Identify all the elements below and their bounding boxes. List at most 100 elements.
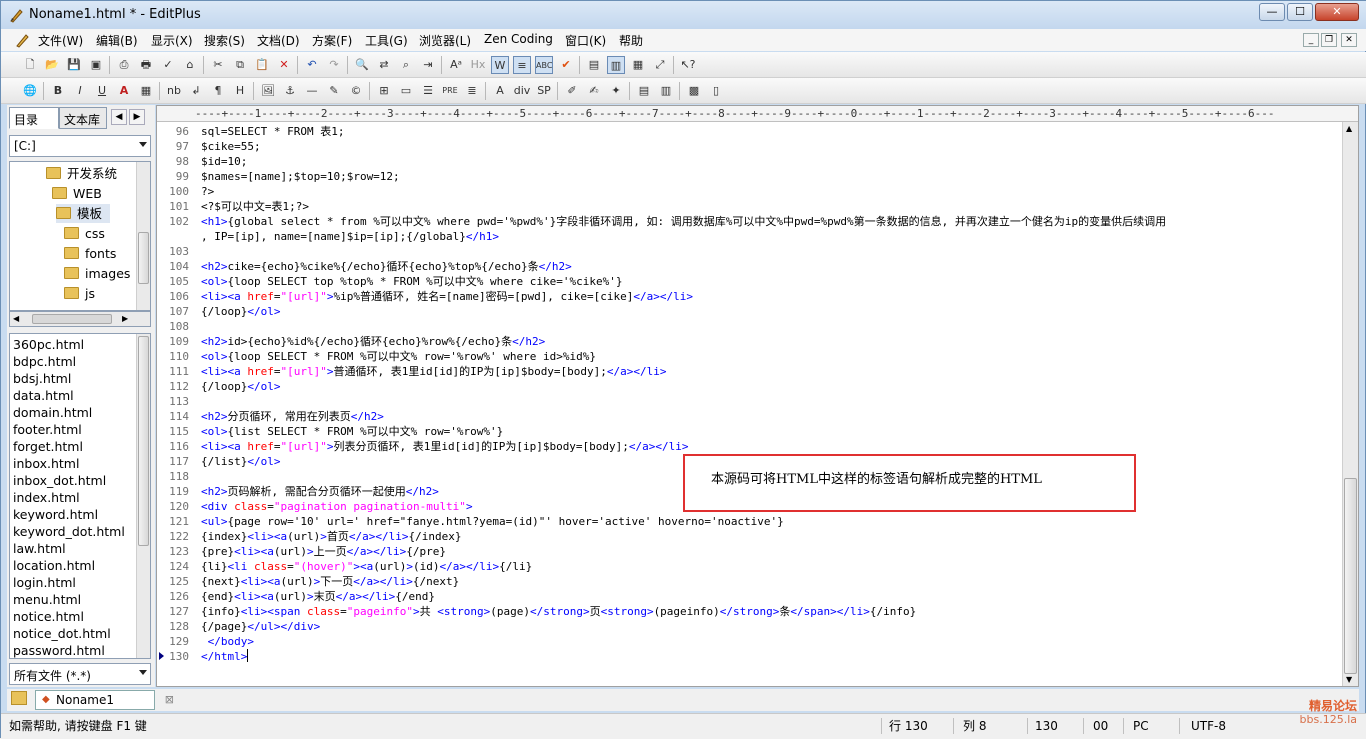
undo-icon[interactable]: ↶ <box>303 56 321 74</box>
fullscreen-icon[interactable]: ⤢ <box>651 56 669 74</box>
new-file-icon[interactable]: 🗋 <box>21 56 39 74</box>
word-wrap-icon[interactable]: W <box>491 56 509 74</box>
color-palette-icon[interactable]: ▩ <box>685 82 703 100</box>
menu-project[interactable]: 方案(F) <box>312 32 352 49</box>
close-button[interactable]: ✕ <box>1315 3 1359 21</box>
scroll-right-icon[interactable]: ▶ <box>122 314 128 323</box>
file-list-item[interactable]: keyword_dot.html <box>13 523 125 540</box>
file-list-item[interactable]: bdsj.html <box>13 370 71 387</box>
menu-browser[interactable]: 浏览器(L) <box>419 32 471 49</box>
copyright-icon[interactable]: © <box>347 82 365 100</box>
file-list-item[interactable]: law.html <box>13 540 66 557</box>
tab-scroll-left-icon[interactable]: ◀ <box>111 109 127 125</box>
file-list-item[interactable]: inbox_dot.html <box>13 472 106 489</box>
menu-view[interactable]: 显示(X) <box>151 32 193 49</box>
open-folder-icon[interactable]: 📂 <box>43 56 61 74</box>
find-icon[interactable]: 🔍 <box>353 56 371 74</box>
replace-icon[interactable]: ⇄ <box>375 56 393 74</box>
check-icon[interactable]: ✔ <box>557 56 575 74</box>
paste-icon[interactable]: 📋 <box>253 56 271 74</box>
hex-icon[interactable]: Hx <box>469 56 487 74</box>
mdi-close-button[interactable]: ✕ <box>1341 33 1357 47</box>
menu-edit[interactable]: 编辑(B) <box>96 32 138 49</box>
list-icon[interactable]: ☰ <box>419 82 437 100</box>
heading-icon[interactable]: H <box>231 82 249 100</box>
file-list-item[interactable]: bdpc.html <box>13 353 76 370</box>
file-list-item[interactable]: index.html <box>13 489 80 506</box>
file-list-item[interactable]: inbox.html <box>13 455 79 472</box>
tab-cliptext[interactable]: 文本库 <box>59 107 107 129</box>
minimize-button[interactable]: — <box>1259 3 1285 21</box>
mdi-minimize-button[interactable]: _ <box>1303 33 1319 47</box>
tree-scrollbar[interactable] <box>136 162 150 310</box>
paragraph-icon[interactable]: ¶ <box>209 82 227 100</box>
filelist-scrollbar-thumb[interactable] <box>138 336 149 546</box>
save-icon[interactable]: 💾 <box>65 56 83 74</box>
copy-icon[interactable]: ⧉ <box>231 56 249 74</box>
comment-icon[interactable]: ✎ <box>325 82 343 100</box>
tree-item-fonts[interactable]: fonts <box>64 244 116 263</box>
scroll-up-icon[interactable]: ▲ <box>1346 124 1352 133</box>
tree-horizontal-scrollbar[interactable]: ◀ ▶ <box>9 311 151 327</box>
save-all-icon[interactable]: ▣ <box>87 56 105 74</box>
editor-scrollbar[interactable]: ▲ ▼ <box>1342 122 1358 686</box>
underline-icon[interactable]: U <box>93 82 111 100</box>
font-tag-icon[interactable]: A <box>491 82 509 100</box>
file-list-item[interactable]: forget.html <box>13 438 83 455</box>
column-ruler-icon[interactable]: ABC <box>535 56 553 74</box>
window-list-icon[interactable]: ▤ <box>585 56 603 74</box>
edit-tag-icon[interactable]: ✐ <box>563 82 581 100</box>
color-picker-icon[interactable]: ▦ <box>137 82 155 100</box>
horizontal-rule-icon[interactable]: — <box>303 82 321 100</box>
delete-icon[interactable]: ✕ <box>275 56 293 74</box>
spellcheck-icon[interactable]: ✓ <box>159 56 177 74</box>
code-area[interactable]: 96 sql=SELECT * FROM 表1; 97 $cike=55; 98 $id=… <box>157 122 1341 688</box>
div-icon[interactable]: div <box>513 82 531 100</box>
find-in-files-icon[interactable]: ⌕ <box>397 56 415 74</box>
tree-item-js[interactable]: js <box>64 284 95 303</box>
line-number-icon[interactable]: ≡ <box>513 56 531 74</box>
tree-item-kaifa[interactable]: 开发系统 <box>46 164 117 183</box>
span-icon[interactable]: SP <box>535 82 553 100</box>
browser-globe-icon[interactable]: 🌐 <box>21 82 39 100</box>
file-list-item[interactable]: password.html <box>13 642 105 658</box>
italic-icon[interactable]: I <box>71 82 89 100</box>
pre-icon[interactable]: PRE <box>441 82 459 100</box>
goto-line-icon[interactable]: ⇥ <box>419 56 437 74</box>
file-list-item[interactable]: domain.html <box>13 404 92 421</box>
layout-icon[interactable]: ▯ <box>707 82 725 100</box>
file-list-item[interactable]: menu.html <box>13 591 81 608</box>
bold-icon[interactable]: B <box>49 82 67 100</box>
tree-item-images[interactable]: images <box>64 264 130 283</box>
menu-tools[interactable]: 工具(G) <box>365 32 408 49</box>
editor[interactable]: ----+----1----+----2----+----3----+----4… <box>156 105 1359 687</box>
file-list-item[interactable]: keyword.html <box>13 506 98 523</box>
mdi-restore-button[interactable]: ❐ <box>1321 33 1337 47</box>
file-filter-select[interactable]: 所有文件 (*.*) <box>9 663 151 685</box>
file-list-item[interactable]: location.html <box>13 557 95 574</box>
menu-file[interactable]: 文件(W) <box>38 32 83 49</box>
menu-document[interactable]: 文档(D) <box>257 32 300 49</box>
sidebar-toggle-icon[interactable]: ▥ <box>657 82 675 100</box>
tree-item-css[interactable]: css <box>64 224 105 243</box>
tab-scroll-right-icon[interactable]: ▶ <box>129 109 145 125</box>
image-icon[interactable]: 🖼 <box>259 82 277 100</box>
redo-icon[interactable]: ↷ <box>325 56 343 74</box>
output-window-icon[interactable]: ▦ <box>629 56 647 74</box>
filelist-scrollbar[interactable] <box>136 334 150 658</box>
form-icon[interactable]: ▭ <box>397 82 415 100</box>
tab-directory[interactable]: 目录 <box>9 107 59 129</box>
scroll-down-icon[interactable]: ▼ <box>1346 675 1352 684</box>
editor-scrollbar-thumb[interactable] <box>1344 478 1357 674</box>
toolbar-toggle-icon[interactable]: ▤ <box>635 82 653 100</box>
print-preview-icon[interactable]: ⎙ <box>115 56 133 74</box>
tree-item-moban[interactable]: 模板 <box>56 204 111 223</box>
file-list-item[interactable]: footer.html <box>13 421 82 438</box>
html-toolbar-icon[interactable]: ⌂ <box>181 56 199 74</box>
line-break-icon[interactable]: ↲ <box>187 82 205 100</box>
menu-zen-coding[interactable]: Zen Coding <box>484 32 553 46</box>
file-list-item[interactable]: 360pc.html <box>13 336 84 353</box>
maximize-button[interactable]: ☐ <box>1287 3 1313 21</box>
file-list-item[interactable]: data.html <box>13 387 74 404</box>
center-icon[interactable]: ≣ <box>463 82 481 100</box>
